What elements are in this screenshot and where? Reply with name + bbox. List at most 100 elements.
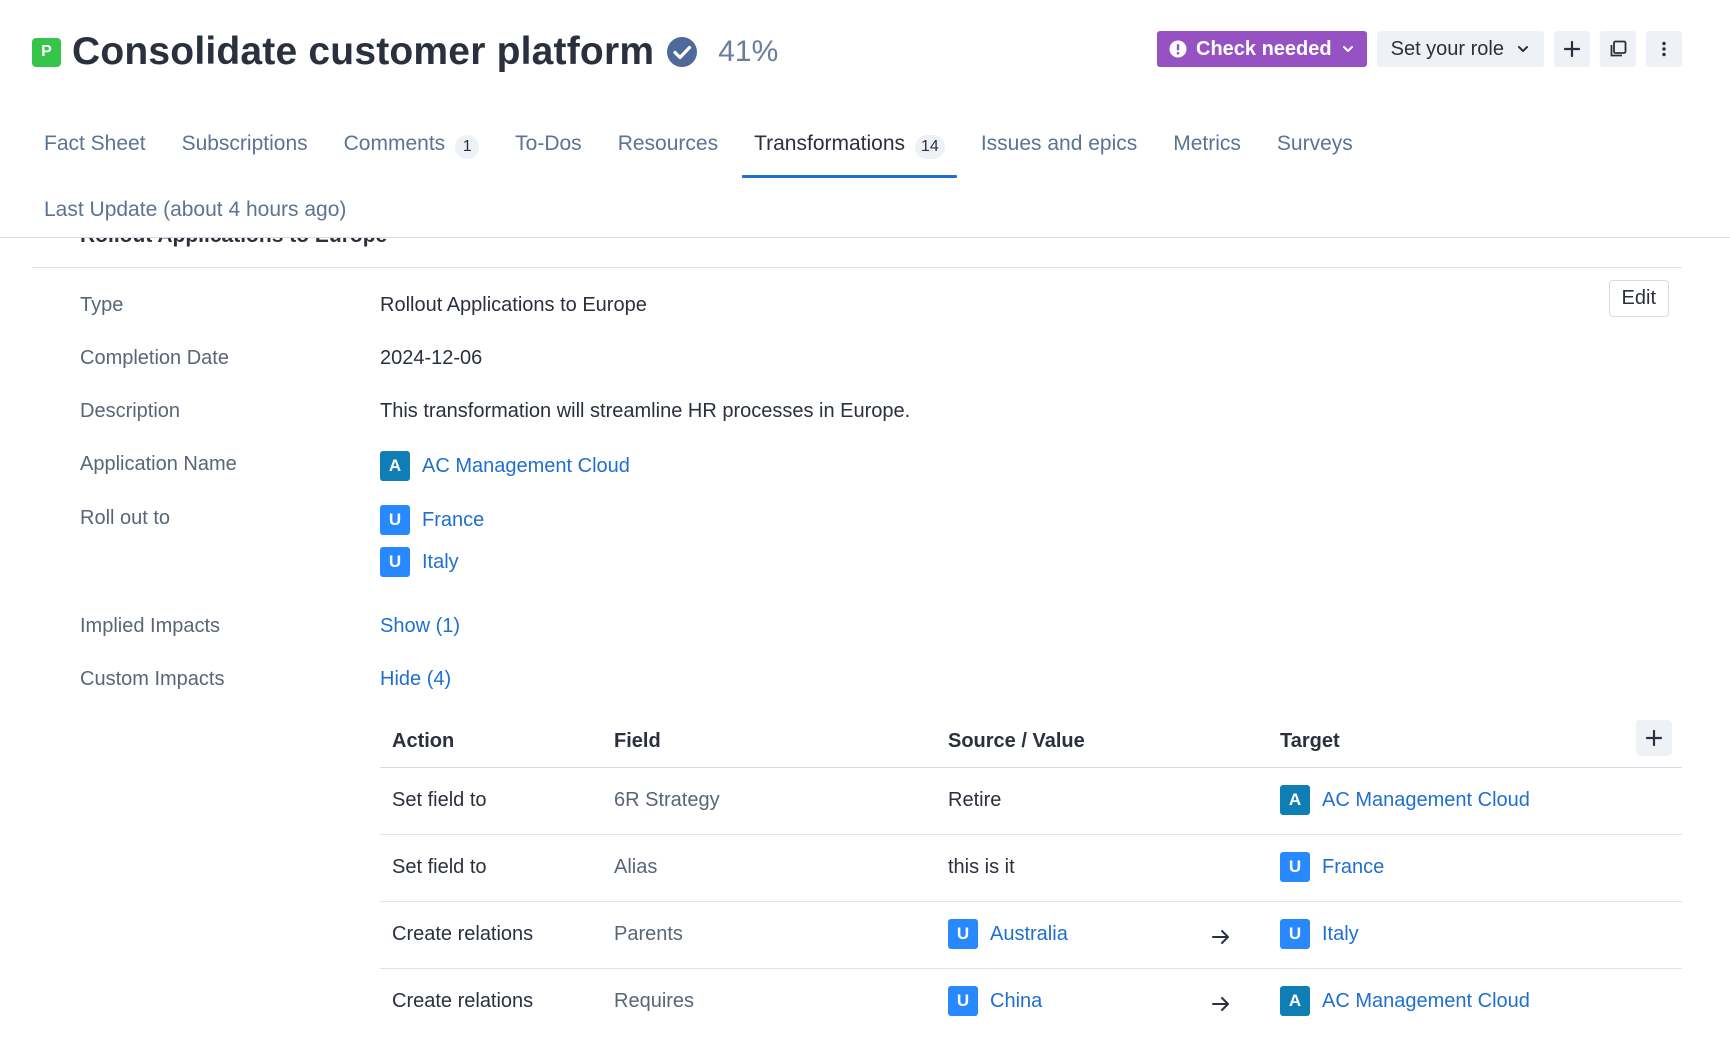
tab-resources[interactable]: Resources [606, 124, 730, 180]
set-role-button[interactable]: Set your role [1376, 31, 1544, 67]
tab-bar: Fact Sheet Subscriptions Comments 1 To-Do… [32, 124, 1532, 180]
more-vertical-icon [1662, 41, 1666, 57]
rollout-chip[interactable]: U Italy [380, 547, 459, 577]
page-title: Consolidate customer platform [72, 30, 655, 73]
org-unit-type-icon: U [380, 547, 410, 577]
fact-sheet-type-badge: P [32, 37, 61, 67]
copy-icon [1610, 40, 1627, 57]
description-value: This transformation will streamline HR p… [380, 400, 911, 422]
impact-source-chip[interactable]: U China [948, 986, 1042, 1016]
tab-count-badge: 14 [915, 135, 945, 159]
tab-todos[interactable]: To-Dos [503, 124, 594, 180]
tab-label: Surveys [1276, 132, 1353, 155]
column-header-action: Action [392, 730, 455, 752]
impact-action: Create relations [392, 923, 534, 945]
application-chip[interactable]: A AC Management Cloud [380, 451, 630, 481]
rollout-link[interactable]: France [422, 509, 484, 532]
set-role-label: Set your role [1390, 37, 1504, 60]
tab-label: Transformations [754, 132, 906, 155]
org-unit-type-icon: U [948, 986, 978, 1016]
application-type-icon: A [380, 451, 410, 481]
chevron-down-icon [1342, 46, 1353, 52]
tab-subscriptions[interactable]: Subscriptions [170, 124, 320, 180]
custom-impacts-label: Custom Impacts [80, 668, 225, 690]
org-unit-type-icon: U [1280, 919, 1310, 949]
check-needed-label: Check needed [1196, 37, 1332, 60]
add-button[interactable] [1554, 31, 1590, 67]
tab-label: Issues and epics [980, 132, 1138, 155]
tab-surveys[interactable]: Surveys [1265, 124, 1365, 180]
impact-target-link[interactable]: France [1322, 856, 1384, 879]
add-impact-button[interactable] [1636, 720, 1672, 756]
copy-button[interactable] [1600, 31, 1636, 67]
impact-target-link[interactable]: AC Management Cloud [1322, 990, 1530, 1013]
impact-target-chip[interactable]: U France [1280, 852, 1384, 882]
tab-metrics[interactable]: Metrics [1161, 124, 1253, 180]
org-unit-type-icon: U [380, 505, 410, 535]
column-header-target: Target [1280, 730, 1340, 752]
header-actions: Check needed Set your role [1157, 31, 1682, 67]
alert-icon [1169, 40, 1187, 58]
impact-target-chip[interactable]: U Italy [1280, 919, 1359, 949]
tab-transformations[interactable]: Transformations 14 [742, 124, 957, 180]
impact-source-value: Retire [948, 789, 1002, 811]
impact-field: Alias [614, 856, 658, 878]
chevron-down-icon [1518, 46, 1528, 52]
impact-target-link[interactable]: Italy [1322, 923, 1359, 946]
completion-date-value: 2024-12-06 [380, 347, 483, 369]
tab-bar-row-2: Last Update (about 4 hours ago) [32, 190, 370, 230]
impact-target-chip[interactable]: A AC Management Cloud [1280, 986, 1530, 1016]
arrow-right-icon [1212, 997, 1229, 1011]
tab-issues-and-epics[interactable]: Issues and epics [969, 124, 1149, 180]
more-options-button[interactable] [1646, 31, 1682, 67]
table-header: Action Field Source / Value Target [380, 716, 1682, 768]
show-implied-impacts-link[interactable]: Show (1) [380, 615, 460, 638]
org-unit-type-icon: U [1280, 852, 1310, 882]
table-row: Set field to Alias this is it U France [380, 835, 1682, 902]
tab-label: Metrics [1173, 132, 1241, 155]
application-type-icon: A [1280, 785, 1310, 815]
impact-target-chip[interactable]: A AC Management Cloud [1280, 785, 1530, 815]
impact-field: Requires [614, 990, 695, 1012]
tab-label: Resources [617, 132, 719, 155]
implied-impacts-label: Implied Impacts [80, 615, 221, 637]
transformation-section-header[interactable]: Rollout Applications to Europe [32, 238, 1682, 268]
impact-field: 6R Strategy [614, 789, 720, 811]
completion-date-label: Completion Date [80, 347, 229, 369]
table-row: Create relations Requires U China A AC M… [380, 969, 1682, 1036]
fact-sheet-header: P Consolidate customer platform 41% Chec… [32, 30, 1682, 74]
description-label: Description [80, 400, 181, 422]
type-value: Rollout Applications to Europe [380, 294, 647, 316]
tab-fact-sheet[interactable]: Fact Sheet [32, 124, 158, 180]
application-link[interactable]: AC Management Cloud [422, 455, 630, 478]
arrow-right-icon [1212, 930, 1229, 944]
edit-button[interactable]: Edit [1608, 280, 1669, 317]
table-row: Set field to 6R Strategy Retire A AC Man… [380, 768, 1682, 835]
completion-percent: 41% [718, 35, 779, 68]
impact-target-link[interactable]: AC Management Cloud [1322, 789, 1530, 812]
rollout-link[interactable]: Italy [422, 551, 459, 574]
application-name-label: Application Name [80, 453, 237, 475]
section-title: Rollout Applications to Europe [80, 238, 387, 248]
impact-source-chip[interactable]: U Australia [948, 919, 1068, 949]
column-header-source: Source / Value [948, 730, 1085, 752]
tab-label: Subscriptions [181, 132, 308, 155]
impact-source-link[interactable]: China [990, 990, 1042, 1013]
tab-label: Fact Sheet [44, 132, 146, 155]
hide-custom-impacts-link[interactable]: Hide (4) [380, 668, 451, 691]
chevron-down-icon [50, 238, 64, 240]
impact-source-link[interactable]: Australia [990, 923, 1068, 946]
plus-icon [1563, 40, 1581, 58]
section-divider [32, 267, 1682, 268]
rollout-chip[interactable]: U France [380, 505, 484, 535]
tab-label: Last Update (about 4 hours ago) [44, 198, 347, 221]
impact-source-value: this is it [948, 856, 1015, 878]
impact-action: Create relations [392, 990, 534, 1012]
tab-label: To-Dos [515, 132, 582, 155]
tab-comments[interactable]: Comments 1 [332, 124, 492, 180]
tab-last-update[interactable]: Last Update (about 4 hours ago) [32, 190, 358, 230]
plus-icon [1645, 729, 1663, 747]
application-type-icon: A [1280, 986, 1310, 1016]
verified-check-icon [667, 37, 698, 67]
check-needed-button[interactable]: Check needed [1157, 31, 1367, 67]
